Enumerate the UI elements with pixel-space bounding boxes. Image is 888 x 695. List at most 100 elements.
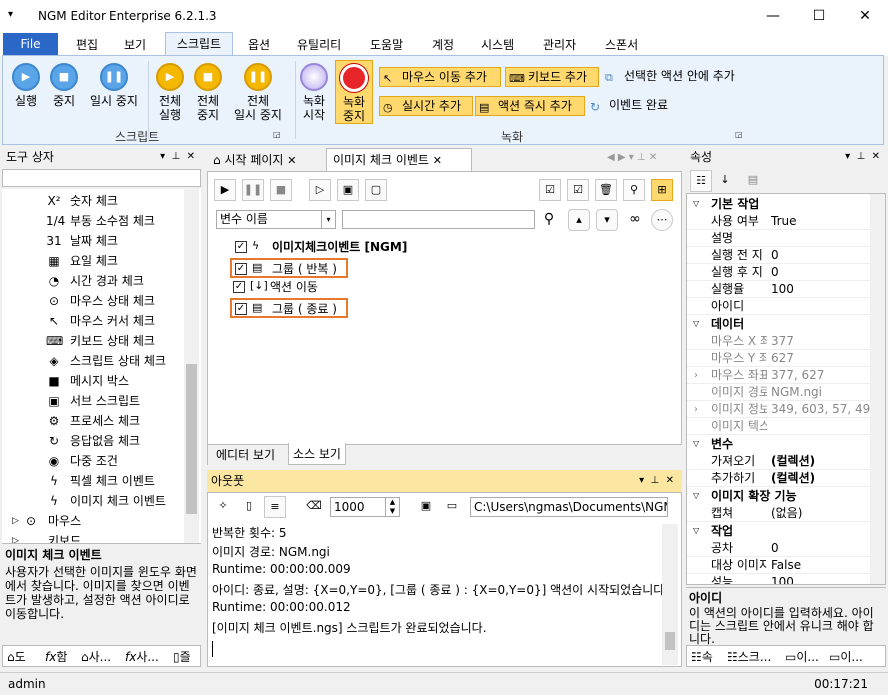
tree-node[interactable]: ✓ [↓] 액션 이동 <box>230 278 330 298</box>
expand-icon[interactable]: › <box>694 367 698 384</box>
property-row[interactable]: 이미지 경로 NGM.ngi <box>687 384 877 401</box>
tab-script[interactable]: 스크립트 <box>165 32 233 57</box>
move-up-icon[interactable]: ▴ <box>568 209 590 231</box>
property-row[interactable]: 설명 <box>687 230 877 247</box>
property-category[interactable]: ▽ 변수 <box>687 435 877 453</box>
tab-sponsor[interactable]: 스폰서 <box>605 36 638 53</box>
more-icon[interactable]: ⋯ <box>651 209 673 231</box>
tab-system[interactable]: 시스템 <box>481 36 514 53</box>
tab-account[interactable]: 계정 <box>432 36 454 53</box>
run-from-icon[interactable]: ▷ <box>309 179 331 201</box>
delay-input[interactable]: 1000 ▲ ▼ <box>330 497 400 517</box>
tab-properties[interactable]: ☷속 <box>691 646 713 668</box>
add-keyboard-button[interactable]: ⌨ 키보드 추가 <box>505 67 599 87</box>
close-tab-icon[interactable]: ✕ <box>433 154 442 167</box>
folder-icon[interactable]: ▭ <box>441 496 463 518</box>
property-scrollbar[interactable] <box>870 194 885 584</box>
doc-settings-icon[interactable]: ▯ <box>238 496 260 518</box>
property-row[interactable]: 가져오기 (컬렉션) <box>687 453 877 470</box>
list-icon[interactable]: ≡ <box>264 496 286 518</box>
sort-az-icon[interactable]: ↓ <box>714 170 736 192</box>
tab-help[interactable]: 도움말 <box>370 36 403 53</box>
run-all-button[interactable]: ▶ 전체 실행 <box>153 63 187 122</box>
step-over-icon[interactable]: ▢ <box>365 179 387 201</box>
collapse-icon[interactable]: ▽ <box>693 315 699 333</box>
tree-node-checkbox[interactable]: ✓ <box>233 281 245 293</box>
toolbox-search-input[interactable] <box>2 169 201 187</box>
dialog-launcher-icon[interactable]: ◲ <box>735 130 743 139</box>
tree-view-icon[interactable]: ⊞ <box>651 179 673 201</box>
tab-view[interactable]: 보기 <box>124 36 146 53</box>
tab-start-page[interactable]: ⌂ 시작 페이지 ✕ <box>209 150 325 171</box>
property-row[interactable]: 마우스 Y 좌 627 <box>687 350 877 367</box>
property-row[interactable]: 실행 전 지 0 <box>687 247 877 264</box>
property-row[interactable]: 이미지 텍스 <box>687 418 877 435</box>
tab-image[interactable]: ▭이... <box>785 646 819 668</box>
chevron-down-icon[interactable]: ▾ <box>321 211 335 228</box>
stop-button[interactable]: ■ 중지 <box>49 63 79 108</box>
collapse-icon[interactable]: ▽ <box>693 522 699 540</box>
move-down-icon[interactable]: ▾ <box>596 209 618 231</box>
record-start-button[interactable]: 녹화 시작 <box>299 63 329 122</box>
expand-icon[interactable]: › <box>694 401 698 418</box>
tab-options[interactable]: 옵션 <box>248 36 270 53</box>
run-icon[interactable]: ▶ <box>214 179 236 201</box>
property-row[interactable]: 마우스 X 좌 377 <box>687 333 877 350</box>
tree-node-checkbox[interactable]: ✓ <box>235 241 247 253</box>
categorized-icon[interactable]: ☷ <box>690 170 712 192</box>
tab-file[interactable]: File <box>3 33 58 56</box>
variable-search-input[interactable] <box>342 210 535 229</box>
property-row[interactable]: › 이미지 정보 349, 603, 57, 49 <box>687 401 877 418</box>
tab-user-func[interactable]: fx사... <box>125 646 159 668</box>
property-row[interactable]: 실행율 100 <box>687 281 877 298</box>
tab-utility[interactable]: 유틸리티 <box>297 36 341 53</box>
tab-toolbox[interactable]: ⌂도 <box>7 646 26 668</box>
collapse-icon[interactable]: ▽ <box>693 435 699 453</box>
variable-select[interactable]: 변수 이름 ▾ <box>216 210 336 229</box>
eraser-icon[interactable]: ⌫ <box>303 496 325 518</box>
tab-script-list[interactable]: ☷스크... <box>727 646 771 668</box>
log-path-input[interactable]: C:\Users\ngmas\Documents\NGM6\ <box>470 497 668 517</box>
tab-favorites[interactable]: ▯즐 <box>173 646 191 668</box>
tree-node[interactable]: ✓ ▤ 그룹 ( 종료 ) <box>230 298 348 318</box>
check-icon[interactable]: ☑ <box>567 179 589 201</box>
tree-node-checkbox[interactable]: ✓ <box>235 263 247 275</box>
property-category[interactable]: ▽ 작업 <box>687 522 877 540</box>
close-tab-icon[interactable]: ✕ <box>287 154 296 167</box>
tree-node[interactable]: ✓ ϟ 이미지체크이벤트 [NGM] <box>232 238 432 258</box>
property-row[interactable]: › 마우스 좌표 377, 627 <box>687 367 877 384</box>
collapse-icon[interactable]: ▽ <box>693 487 699 505</box>
toolbox-scrollbar[interactable] <box>184 189 199 544</box>
property-row[interactable]: 공차 0 <box>687 540 877 557</box>
add-in-selected-button[interactable]: ⧉ 선택한 액션 안에 추가 <box>602 67 750 87</box>
search-icon[interactable]: ⚲ <box>623 179 645 201</box>
tab-user[interactable]: ⌂사... <box>81 646 111 668</box>
output-scrollbar[interactable] <box>662 524 678 665</box>
panel-buttons[interactable]: ▾ ⊥ ✕ <box>845 147 880 167</box>
property-pages-icon[interactable]: ▤ <box>742 170 764 192</box>
tab-editor-view[interactable]: 에디터 보기 <box>216 444 275 466</box>
property-row[interactable]: 아이디 <box>687 298 877 315</box>
delete-icon[interactable]: 🗑 <box>595 179 617 201</box>
save-icon[interactable]: ▣ <box>415 496 437 518</box>
expand-icon[interactable]: ▷ <box>12 511 19 531</box>
step-icon[interactable]: ▣ <box>337 179 359 201</box>
collapse-icon[interactable]: ▽ <box>693 195 699 213</box>
tab-source-view[interactable]: 소스 보기 <box>288 443 346 465</box>
property-row[interactable]: 추가하기 (컬렉션) <box>687 470 877 487</box>
system-menu-icon[interactable]: ▾ <box>8 9 13 20</box>
tab-api[interactable]: ▭이... <box>829 646 863 668</box>
infinity-icon[interactable]: ∞ <box>624 209 646 231</box>
property-row[interactable]: 사용 여부 True <box>687 213 877 230</box>
add-mouse-move-button[interactable]: ↖ 마우스 이동 추가 <box>379 67 501 87</box>
property-row[interactable]: 대상 이미지 False <box>687 557 877 574</box>
property-category[interactable]: ▽ 이미지 확장 기능 <box>687 487 877 505</box>
property-row[interactable]: 성능 100 <box>687 574 877 584</box>
tab-admin[interactable]: 관리자 <box>543 36 576 53</box>
run-button[interactable]: ▶ 실행 <box>11 63 41 108</box>
pause-all-button[interactable]: ❚❚ 전체 일시 중지 <box>229 63 287 122</box>
dialog-launcher-icon[interactable]: ◲ <box>273 130 281 139</box>
minimize-button[interactable]: — <box>750 0 796 32</box>
spinner-icon[interactable]: ▲ ▼ <box>385 498 399 516</box>
add-action-now-button[interactable]: ▤ 액션 즉시 추가 <box>475 96 585 116</box>
